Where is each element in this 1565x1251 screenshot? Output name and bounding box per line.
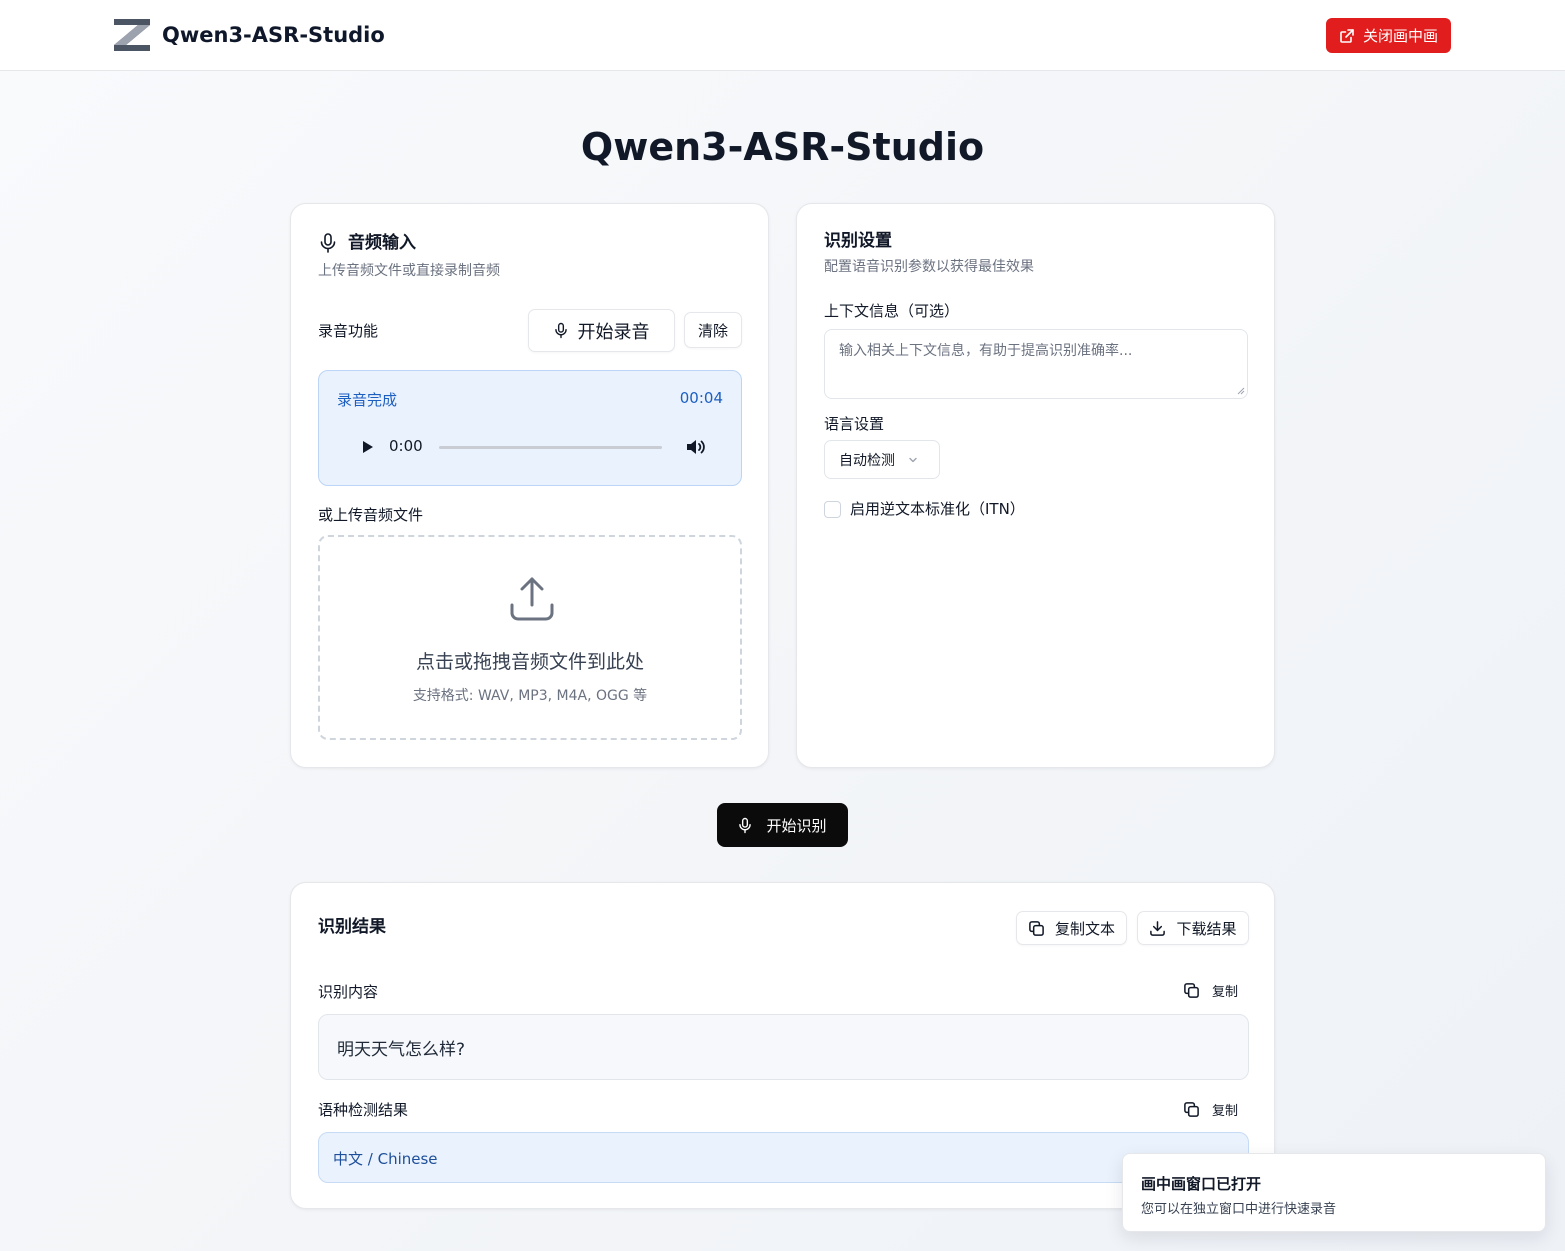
copy-icon — [1029, 920, 1044, 936]
copy-language-button[interactable]: 复制 — [1183, 1100, 1238, 1119]
copy-icon — [1184, 983, 1199, 998]
settings-title: 识别设置 — [824, 231, 892, 251]
seek-bar[interactable] — [439, 446, 662, 449]
recognized-text: 明天天气怎么样? — [337, 1040, 466, 1060]
download-results-button[interactable]: 下载结果 — [1137, 911, 1249, 945]
audio-input-title: 音频输入 — [348, 233, 416, 253]
toast-description: 您可以在独立窗口中进行快速录音 — [1141, 1202, 1337, 1217]
resize-grip-icon[interactable] — [1237, 387, 1245, 395]
play-icon[interactable] — [359, 439, 375, 455]
audio-input-subtitle: 上传音频文件或直接录制音频 — [318, 263, 500, 279]
z-logo-icon — [114, 19, 150, 51]
recording-status: 录音完成 — [337, 391, 398, 409]
record-label: 录音功能 — [318, 322, 379, 340]
copy-icon — [1184, 1102, 1199, 1117]
external-link-icon — [1340, 28, 1354, 43]
context-label: 上下文信息（可选） — [824, 302, 960, 320]
upload-label: 或上传音频文件 — [318, 506, 424, 524]
context-input[interactable] — [824, 329, 1248, 399]
copy-content-button[interactable]: 复制 — [1183, 981, 1238, 1000]
pip-toast: 画中画窗口已打开 您可以在独立窗口中进行快速录音 — [1122, 1153, 1546, 1232]
content-label: 识别内容 — [318, 983, 379, 1001]
start-recognition-label: 开始识别 — [766, 816, 827, 835]
dropzone-supported-formats: 支持格式: WAV, MP3, M4A, OGG 等 — [412, 688, 648, 704]
audio-player: 0:00 — [339, 427, 723, 467]
close-pip-label: 关闭画中画 — [1362, 27, 1438, 45]
settings-card: 识别设置 配置语音识别参数以获得最佳效果 上下文信息（可选） 语言设置 自动检测… — [796, 203, 1275, 768]
toast-title: 画中画窗口已打开 — [1141, 1175, 1262, 1193]
upload-icon — [510, 577, 554, 621]
upload-dropzone[interactable]: 点击或拖拽音频文件到此处 支持格式: WAV, MP3, M4A, OGG 等 — [318, 535, 742, 740]
language-select-value: 自动检测 — [839, 452, 895, 469]
recording-duration: 00:04 — [679, 389, 723, 407]
top-bar: Qwen3-ASR-Studio 关闭画中画 — [0, 0, 1565, 71]
clear-label: 清除 — [697, 321, 728, 340]
microphone-icon — [554, 322, 567, 339]
itn-checkbox[interactable] — [824, 501, 841, 518]
microphone-icon — [320, 233, 336, 253]
brand-name: Qwen3-ASR-Studio — [162, 23, 385, 47]
copy-content-label: 复制 — [1212, 985, 1239, 1000]
start-recognition-button[interactable]: 开始识别 — [717, 803, 848, 847]
chevron-down-icon — [909, 457, 917, 462]
copy-text-button[interactable]: 复制文本 — [1016, 911, 1127, 945]
language-detection-label: 语种检测结果 — [318, 1101, 409, 1119]
download-icon — [1150, 920, 1166, 936]
download-results-label: 下载结果 — [1176, 919, 1237, 938]
language-label: 语言设置 — [824, 415, 885, 433]
detected-language: 中文 / Chinese — [333, 1150, 438, 1168]
language-select[interactable]: 自动检测 — [824, 440, 940, 479]
player-current-time: 0:00 — [389, 437, 423, 455]
copy-language-label: 复制 — [1212, 1104, 1239, 1119]
audio-input-card: 音频输入 上传音频文件或直接录制音频 录音功能 开始录音 清除 录音完成 00:… — [290, 203, 769, 768]
recording-panel: 录音完成 00:04 0:00 — [318, 370, 742, 486]
microphone-icon — [739, 817, 752, 833]
results-title: 识别结果 — [318, 917, 386, 937]
settings-subtitle: 配置语音识别参数以获得最佳效果 — [824, 259, 1034, 275]
recognized-content-box: 明天天气怎么样? — [318, 1014, 1249, 1080]
dropzone-main-text: 点击或拖拽音频文件到此处 — [415, 651, 644, 673]
volume-icon[interactable] — [685, 437, 707, 457]
itn-label: 启用逆文本标准化（ITN） — [850, 500, 1025, 518]
start-record-label: 开始录音 — [577, 321, 650, 343]
page-title: Qwen3-ASR-Studio — [580, 125, 985, 169]
language-detection-box: 中文 / Chinese — [318, 1132, 1249, 1183]
clear-button[interactable]: 清除 — [684, 312, 742, 348]
start-record-button[interactable]: 开始录音 — [528, 309, 675, 352]
close-pip-button[interactable]: 关闭画中画 — [1326, 18, 1451, 53]
copy-text-label: 复制文本 — [1054, 919, 1115, 938]
